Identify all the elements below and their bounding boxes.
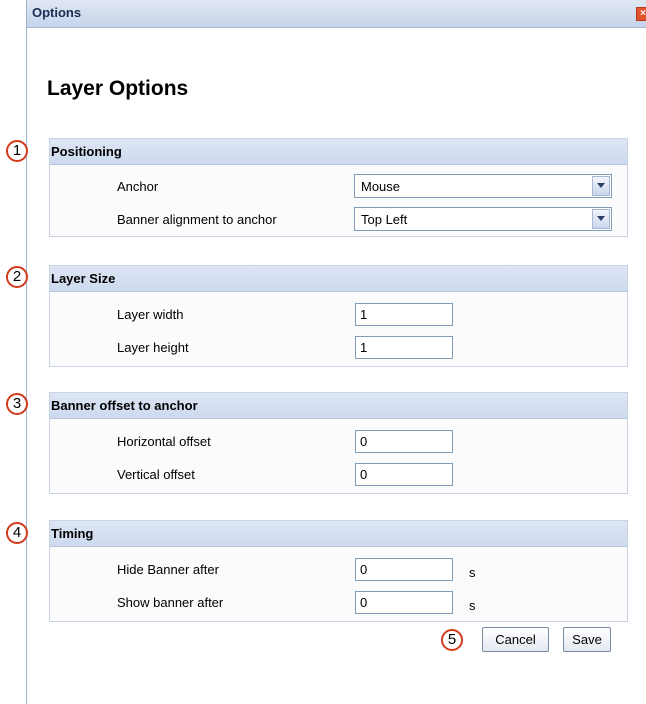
layer-width-row: Layer width (50, 300, 627, 330)
close-icon[interactable]: × (636, 7, 646, 21)
alignment-select[interactable]: Top Left (354, 207, 612, 231)
hide-banner-label: Hide Banner after (117, 562, 219, 577)
horizontal-offset-row: Horizontal offset (50, 427, 627, 457)
layer-size-section: Layer Size Layer width Layer height (49, 265, 628, 367)
hide-banner-input[interactable] (355, 558, 453, 581)
horizontal-offset-input[interactable] (355, 430, 453, 453)
anchor-label: Anchor (117, 179, 159, 194)
show-banner-label: Show banner after (117, 595, 224, 610)
callout-number-1: 1 (6, 140, 28, 162)
chevron-down-icon[interactable] (592, 176, 610, 196)
timing-section: Timing Hide Banner after s Show banner a… (49, 520, 628, 622)
positioning-section: Positioning Anchor Mouse Banner alignmen… (49, 138, 628, 237)
callout-number-2: 2 (6, 266, 28, 288)
vertical-offset-row: Vertical offset (50, 460, 627, 490)
layer-width-label: Layer width (117, 307, 184, 322)
dialog-title: Options (32, 5, 82, 20)
alignment-label: Banner alignment to anchor (117, 212, 277, 227)
hide-banner-unit: s (469, 565, 476, 580)
anchor-row: Anchor Mouse (50, 172, 627, 202)
vertical-offset-label: Vertical offset (117, 467, 195, 482)
layer-height-label: Layer height (117, 340, 189, 355)
offset-section: Banner offset to anchor Horizontal offse… (49, 392, 628, 494)
positioning-section-header: Positioning (50, 139, 627, 165)
cancel-button[interactable]: Cancel (482, 627, 549, 652)
page-title: Layer Options (47, 77, 189, 100)
show-banner-input[interactable] (355, 591, 453, 614)
chevron-down-icon[interactable] (592, 209, 610, 229)
anchor-select-value: Mouse (361, 179, 401, 194)
alignment-select-value: Top Left (361, 212, 408, 227)
hide-banner-row: Hide Banner after s (50, 555, 627, 585)
offset-section-header: Banner offset to anchor (50, 393, 627, 419)
callout-number-5: 5 (441, 629, 463, 651)
alignment-row: Banner alignment to anchor Top Left (50, 205, 627, 235)
vertical-offset-input[interactable] (355, 463, 453, 486)
dialog-titlebar[interactable]: Options × (27, 0, 646, 28)
timing-section-header: Timing (50, 521, 627, 547)
layer-size-section-header: Layer Size (50, 266, 627, 292)
show-banner-unit: s (469, 598, 476, 613)
save-button[interactable]: Save (563, 627, 611, 652)
show-banner-row: Show banner after s (50, 588, 627, 618)
callout-number-3: 3 (6, 393, 28, 415)
anchor-select[interactable]: Mouse (354, 174, 612, 198)
layer-width-input[interactable] (355, 303, 453, 326)
callout-number-4: 4 (6, 522, 28, 544)
horizontal-offset-label: Horizontal offset (117, 434, 211, 449)
layer-height-input[interactable] (355, 336, 453, 359)
layer-height-row: Layer height (50, 333, 627, 363)
